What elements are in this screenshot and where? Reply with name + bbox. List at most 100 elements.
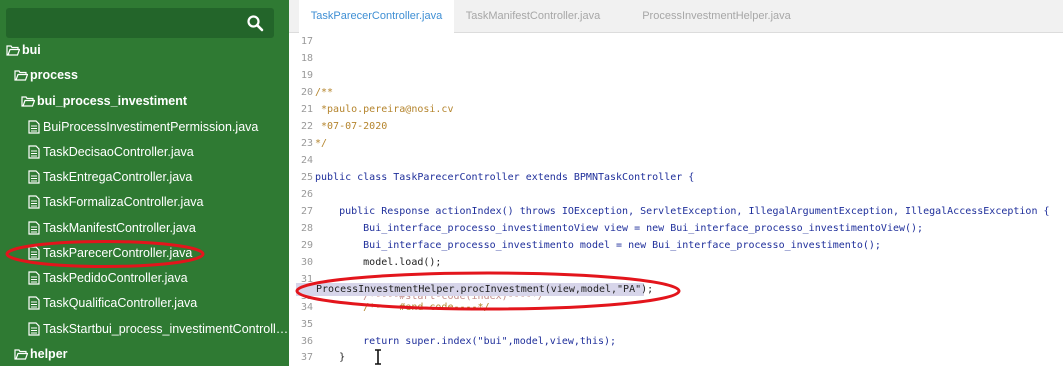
line-number: 26 bbox=[300, 189, 313, 200]
tree-folder-label: helper bbox=[30, 347, 68, 361]
tab-task-manifest-controller[interactable]: TaskManifestController.java bbox=[457, 0, 609, 32]
file-icon bbox=[28, 195, 40, 209]
tree-file-label: TaskPedidoController.java bbox=[43, 271, 188, 285]
line-number: 17 bbox=[300, 36, 313, 47]
tree-file-label: TaskDecisaoController.java bbox=[43, 145, 194, 159]
tree-file-label: TaskStartbui_process_investimentControll… bbox=[43, 322, 289, 336]
line-number: 22 bbox=[300, 121, 313, 132]
tree-file-item-selected[interactable]: TaskParecerController.java bbox=[0, 241, 289, 266]
code-line: 18 bbox=[289, 50, 1063, 67]
line-number: 25 bbox=[300, 172, 313, 183]
code-text: } bbox=[315, 352, 346, 363]
file-icon bbox=[28, 322, 40, 336]
code-line: 20/** bbox=[289, 84, 1063, 101]
code-line: 34 /*----#end-code----*/ bbox=[289, 299, 1063, 316]
code-comment: *07-07-2020 bbox=[315, 121, 388, 132]
code-comment: /*----#end-code----*/ bbox=[315, 302, 490, 313]
tree-folder-process[interactable]: process bbox=[0, 63, 289, 88]
code-text: public Response actionIndex() throws IOE… bbox=[315, 206, 1050, 217]
tree-folder-label: bui_process_investiment bbox=[37, 94, 188, 108]
tree-folder-label: process bbox=[30, 68, 78, 82]
search-icon[interactable] bbox=[246, 14, 264, 32]
line-number: 37 bbox=[300, 352, 313, 363]
editor-tab-bar: TaskParecerController.java TaskManifestC… bbox=[289, 0, 1063, 33]
line-number: 24 bbox=[300, 155, 313, 166]
folder-open-icon bbox=[6, 45, 20, 56]
tree-folder-bui-process-investiment[interactable]: bui_process_investiment bbox=[0, 89, 289, 114]
code-line: 17 bbox=[289, 33, 1063, 50]
tree-file-label: TaskManifestController.java bbox=[43, 221, 196, 235]
text-cursor-icon bbox=[375, 349, 381, 365]
tree-file-item[interactable]: TaskFormalizaController.java bbox=[0, 190, 289, 215]
code-line: 22 *07-07-2020 bbox=[289, 118, 1063, 135]
file-icon bbox=[28, 296, 40, 310]
code-line: 27 public Response actionIndex() throws … bbox=[289, 203, 1063, 220]
tab-label: TaskManifestController.java bbox=[465, 10, 601, 22]
tree-folder-bui[interactable]: bui bbox=[0, 38, 289, 63]
file-icon bbox=[28, 246, 40, 260]
code-line: 25 public class TaskParecerController ext… bbox=[289, 169, 1063, 186]
line-number: 20 bbox=[300, 87, 313, 98]
tree-file-item[interactable]: TaskDecisaoController.java bbox=[0, 140, 289, 165]
code-line: 30 model.load(); bbox=[289, 254, 1063, 271]
code-text: Bui_interface_processo_investimentoView … bbox=[315, 223, 924, 234]
code-line: 24 bbox=[289, 152, 1063, 169]
tree-file-label: BuiProcessInvestimentPermission.java bbox=[43, 120, 259, 134]
code-line: 35 bbox=[289, 316, 1063, 333]
line-number: 34 bbox=[300, 302, 313, 313]
tab-task-parecer-controller[interactable]: TaskParecerController.java bbox=[299, 0, 454, 33]
code-line-selected: ProcessInvestmentHelper.procInvestment(v… bbox=[289, 281, 1063, 298]
code-comment: *paulo.pereira@nosi.cv bbox=[315, 104, 454, 115]
tree-file-label: TaskQualificaController.java bbox=[43, 296, 198, 310]
tree-file-item[interactable]: TaskEntregaController.java bbox=[0, 165, 289, 190]
code-comment: /** bbox=[315, 87, 334, 98]
search-input[interactable] bbox=[6, 8, 274, 38]
code-text: model.load(); bbox=[315, 257, 442, 268]
line-number: 23 bbox=[300, 138, 313, 149]
file-icon bbox=[28, 120, 40, 134]
code-text: public class TaskParecerController exten… bbox=[315, 172, 695, 183]
file-icon bbox=[28, 271, 40, 285]
line-number: 35 bbox=[300, 319, 313, 330]
tree-file-label: TaskParecerController.java bbox=[43, 246, 193, 260]
line-number: 36 bbox=[300, 336, 313, 347]
tree-file-item[interactable]: BuiProcessInvestimentPermission.java bbox=[0, 115, 289, 140]
code-line: 36 return super.index("bui",model,view,t… bbox=[289, 333, 1063, 350]
tree-file-item[interactable]: TaskQualificaController.java bbox=[0, 291, 289, 316]
code-text: return super.index("bui",model,view,this… bbox=[315, 336, 617, 347]
code-editor[interactable]: 17 18 19 20/** 21 *paulo.pereira@nosi.cv… bbox=[289, 33, 1063, 366]
folder-open-icon bbox=[14, 349, 28, 360]
tree-folder-label: bui bbox=[22, 43, 41, 57]
line-number: 30 bbox=[300, 257, 313, 268]
code-line: 37 } bbox=[289, 349, 1063, 366]
code-comment: */ bbox=[315, 138, 328, 149]
tab-label: ProcessInvestmentHelper.java bbox=[642, 10, 791, 22]
code-text: Bui_interface_processo_investimento mode… bbox=[315, 240, 881, 251]
code-line: 29 Bui_interface_processo_investimento m… bbox=[289, 237, 1063, 254]
folder-open-icon bbox=[21, 96, 35, 107]
file-icon bbox=[28, 145, 40, 159]
file-icon bbox=[28, 170, 40, 184]
code-line: 21 *paulo.pereira@nosi.cv bbox=[289, 101, 1063, 118]
code-line: 28 Bui_interface_processo_investimentoVi… bbox=[289, 220, 1063, 237]
file-explorer-sidebar: bui process bui_process_investiment BuiP… bbox=[0, 0, 289, 366]
tree-file-item[interactable]: TaskPedidoController.java bbox=[0, 266, 289, 291]
tree-file-label: TaskFormalizaController.java bbox=[43, 195, 204, 209]
code-line: 23 */ bbox=[289, 135, 1063, 152]
tree-file-item[interactable]: TaskManifestController.java bbox=[0, 216, 289, 241]
line-number: 19 bbox=[300, 70, 313, 81]
file-icon bbox=[28, 221, 40, 235]
line-number: 27 bbox=[300, 206, 313, 217]
tab-label: TaskParecerController.java bbox=[310, 10, 443, 22]
code-text-selected: ProcessInvestmentHelper.procInvestment(v… bbox=[316, 284, 654, 295]
line-number: 18 bbox=[300, 53, 313, 64]
folder-open-icon bbox=[14, 70, 28, 81]
line-number: 21 bbox=[300, 104, 313, 115]
tab-process-investment-helper[interactable]: ProcessInvestmentHelper.java bbox=[629, 0, 804, 32]
code-line: 19 bbox=[289, 67, 1063, 84]
line-number: 28 bbox=[300, 223, 313, 234]
tree-file-item[interactable]: TaskStartbui_process_investimentControll… bbox=[0, 317, 289, 342]
code-line: 26 bbox=[289, 186, 1063, 203]
line-number: 29 bbox=[300, 240, 313, 251]
tree-folder-helper[interactable]: helper bbox=[0, 342, 289, 366]
